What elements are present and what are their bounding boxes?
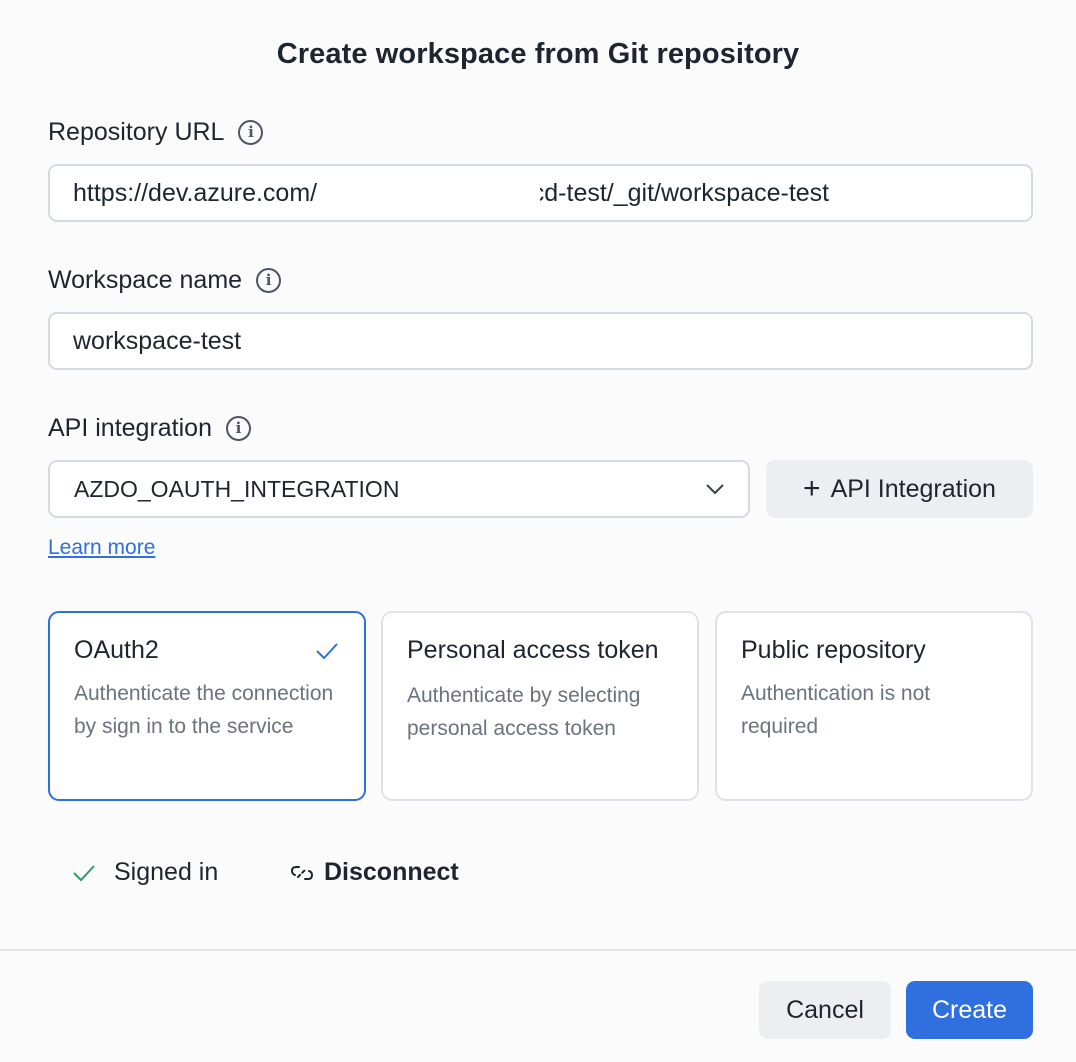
- auth-option-title: OAuth2: [74, 636, 159, 664]
- plus-icon: +: [803, 472, 821, 505]
- chevron-down-icon: [706, 484, 724, 494]
- auth-option-personal-access-token[interactable]: Personal access token Authenticate by se…: [381, 611, 699, 801]
- info-icon[interactable]: i: [226, 416, 251, 441]
- signed-in-status: Signed in: [72, 858, 218, 887]
- check-icon: [316, 643, 338, 660]
- cancel-button[interactable]: Cancel: [759, 981, 891, 1039]
- disconnect-button[interactable]: Disconnect: [290, 858, 459, 887]
- footer-divider: [0, 949, 1076, 951]
- create-button[interactable]: Create: [906, 981, 1033, 1039]
- broken-link-icon: [290, 865, 314, 880]
- api-integration-label: API integration i: [48, 414, 251, 443]
- workspace-name-input[interactable]: workspace-test: [48, 312, 1033, 370]
- repository-url-label: Repository URL i: [48, 118, 264, 147]
- redaction-block: [395, 170, 540, 218]
- workspace-name-label: Workspace name i: [48, 266, 282, 295]
- repository-url-label-text: Repository URL: [48, 118, 225, 146]
- learn-more-link[interactable]: Learn more: [48, 536, 155, 560]
- auth-option-description: Authentication is not required: [741, 682, 931, 738]
- info-icon[interactable]: i: [238, 120, 264, 145]
- add-api-integration-label: API Integration: [830, 474, 996, 503]
- api-integration-label-text: API integration: [48, 414, 212, 442]
- repository-url-input[interactable]: https://dev.azure.com//snow-cicd-test/_g…: [48, 164, 1033, 222]
- create-workspace-dialog: Create workspace from Git repository Rep…: [0, 0, 1076, 1062]
- auth-option-title: Public repository: [741, 636, 926, 664]
- check-icon: [73, 864, 95, 881]
- auth-option-public-repository[interactable]: Public repository Authentication is not …: [715, 611, 1033, 801]
- dialog-title: Create workspace from Git repository: [276, 38, 800, 70]
- workspace-name-label-text: Workspace name: [48, 266, 243, 294]
- disconnect-label: Disconnect: [324, 858, 459, 886]
- auth-option-description: Authenticate the connection by sign in t…: [74, 682, 334, 738]
- auth-option-title: Personal access token: [407, 636, 659, 664]
- repository-url-prefix: https://dev.azure.com/: [73, 178, 318, 207]
- info-icon[interactable]: i: [256, 268, 282, 293]
- signed-in-label: Signed in: [114, 858, 219, 886]
- auth-option-description: Authenticate by selecting personal acces…: [407, 684, 641, 740]
- api-integration-select[interactable]: AZDO_OAUTH_INTEGRATION: [48, 460, 750, 518]
- workspace-name-value: workspace-test: [73, 326, 242, 355]
- auth-option-oauth2[interactable]: OAuth2 Authenticate the connection by si…: [48, 611, 366, 801]
- api-integration-selected-value: AZDO_OAUTH_INTEGRATION: [74, 475, 400, 502]
- add-api-integration-button[interactable]: + API Integration: [766, 460, 1033, 518]
